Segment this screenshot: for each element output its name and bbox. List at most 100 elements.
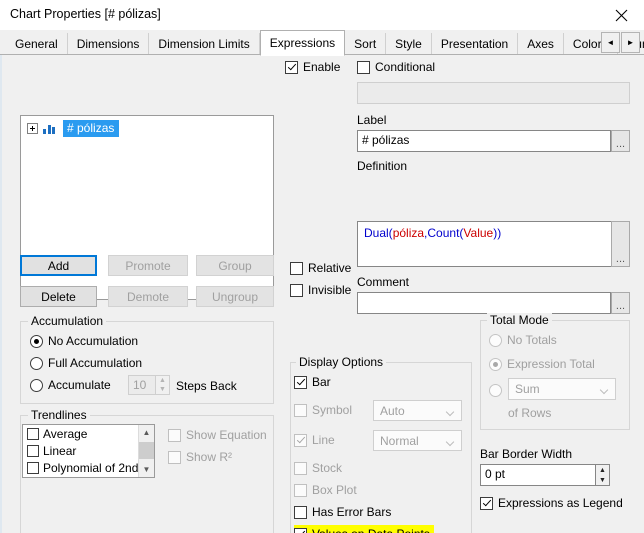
- line-type-value: Normal: [380, 433, 419, 448]
- tab-style[interactable]: Style: [386, 33, 432, 56]
- symbol-checkbox[interactable]: Symbol: [294, 403, 352, 417]
- enable-checkbox[interactable]: Enable: [285, 60, 340, 74]
- radio-indicator: [30, 379, 43, 392]
- box-plot-checkbox[interactable]: Box Plot: [294, 483, 357, 497]
- add-button[interactable]: Add: [20, 255, 97, 276]
- definition-input[interactable]: Dual(póliza,Count(Value)): [357, 221, 630, 267]
- list-item-label: Polynomial of 3rd d: [43, 478, 146, 479]
- bar-border-width-input[interactable]: 0 pt: [480, 464, 610, 486]
- symbol-type-value: Auto: [380, 403, 405, 418]
- trendlines-scrollbar[interactable]: ▲ ▼: [138, 425, 154, 477]
- invisible-checkbox[interactable]: Invisible: [290, 283, 351, 297]
- radio-indicator: [489, 358, 502, 371]
- checkbox-indicator[interactable]: [27, 461, 39, 474]
- tab-scroll-left-icon[interactable]: ◄: [601, 32, 620, 53]
- scrollbar-thumb[interactable]: [139, 442, 154, 459]
- line-checkbox[interactable]: Line: [294, 433, 335, 447]
- of-rows-label: of Rows: [508, 406, 552, 420]
- bar-border-width-spinner[interactable]: ▲ ▼: [595, 464, 610, 486]
- label-input[interactable]: # pólizas: [357, 130, 611, 152]
- aggregation-value: Sum: [515, 382, 540, 396]
- label-ellipsis-button[interactable]: ...: [611, 130, 630, 152]
- relative-checkbox[interactable]: Relative: [290, 261, 351, 275]
- list-item-label: Average: [43, 426, 88, 441]
- list-item[interactable]: Linear: [23, 442, 154, 459]
- checkbox-indicator: [357, 61, 370, 74]
- tab-general[interactable]: General: [6, 33, 68, 56]
- radio-accumulate[interactable]: Accumulate: [30, 378, 111, 392]
- radio-label: Expression Total: [507, 357, 595, 371]
- show-equation-checkbox[interactable]: Show Equation: [168, 428, 267, 442]
- values-on-data-points-checkbox[interactable]: Values on Data Points: [294, 525, 434, 533]
- group-button[interactable]: Group: [196, 255, 274, 276]
- definition-token-close-parens: )): [493, 226, 502, 240]
- demote-button[interactable]: Demote: [108, 286, 188, 307]
- radio-aggregation[interactable]: [489, 383, 502, 397]
- tab-presentation[interactable]: Presentation: [431, 33, 519, 56]
- show-r2-checkbox[interactable]: Show R²: [168, 450, 232, 464]
- spinner-up-icon[interactable]: ▲: [156, 376, 169, 385]
- checkbox-label: Symbol: [312, 403, 353, 417]
- promote-button[interactable]: Promote: [108, 255, 188, 276]
- tab-dimensions[interactable]: Dimensions: [67, 33, 150, 56]
- checkbox-indicator[interactable]: [27, 427, 39, 440]
- expand-plus-icon[interactable]: [27, 122, 38, 134]
- radio-no-totals[interactable]: No Totals: [489, 333, 557, 347]
- chevron-down-icon: [447, 439, 454, 443]
- checkbox-indicator[interactable]: [27, 444, 39, 457]
- radio-label: Full Accumulation: [48, 356, 143, 370]
- radio-no-accumulation[interactable]: No Accumulation: [30, 334, 138, 348]
- spinner-down-icon[interactable]: ▼: [596, 475, 609, 485]
- tab-expressions[interactable]: Expressions: [259, 30, 346, 56]
- list-item-label: Polynomial of 2nd d: [43, 460, 149, 475]
- checkbox-label: Bar: [312, 375, 331, 389]
- comment-ellipsis-button[interactable]: ...: [611, 292, 630, 314]
- close-icon[interactable]: [599, 0, 644, 30]
- definition-ellipsis-button[interactable]: ...: [611, 221, 630, 267]
- scroll-up-icon[interactable]: ▲: [139, 425, 154, 440]
- ungroup-button[interactable]: Ungroup: [196, 286, 274, 307]
- spinner-up-icon[interactable]: ▲: [596, 465, 609, 475]
- stock-checkbox[interactable]: Stock: [294, 461, 342, 475]
- radio-indicator: [30, 357, 43, 370]
- radio-expression-total[interactable]: Expression Total: [489, 357, 595, 371]
- line-type-select[interactable]: Normal: [373, 430, 462, 451]
- spinner-down-icon[interactable]: ▼: [156, 385, 169, 394]
- checkbox-indicator: [285, 61, 298, 74]
- checkbox-indicator: [480, 497, 493, 510]
- tree-item-polizas[interactable]: # pólizas: [27, 119, 120, 137]
- tab-sort[interactable]: Sort: [345, 33, 387, 56]
- steps-back-spinner[interactable]: ▲ ▼: [155, 375, 170, 395]
- bar-checkbox[interactable]: Bar: [294, 375, 331, 389]
- aggregation-select[interactable]: Sum: [508, 378, 616, 400]
- radio-label: No Accumulation: [48, 334, 139, 348]
- trendlines-group-title: Trendlines: [28, 408, 90, 422]
- window-title: Chart Properties [# pólizas]: [10, 7, 161, 21]
- conditional-checkbox[interactable]: Conditional: [357, 60, 435, 74]
- title-bar: Chart Properties [# pólizas]: [0, 0, 644, 31]
- radio-indicator: [489, 384, 502, 397]
- label-caption: Label: [357, 113, 387, 127]
- trendlines-list[interactable]: Average Linear Polynomial of 2nd d Polyn…: [22, 424, 155, 478]
- comment-input[interactable]: [357, 292, 611, 314]
- checkbox-label: Expressions as Legend: [498, 496, 623, 510]
- checkbox-indicator: [294, 506, 307, 519]
- delete-button[interactable]: Delete: [20, 286, 97, 307]
- tab-axes[interactable]: Axes: [518, 33, 564, 56]
- expressions-as-legend-checkbox[interactable]: Expressions as Legend: [480, 496, 623, 510]
- checkbox-label: Stock: [312, 461, 343, 475]
- total-mode-group-title: Total Mode: [487, 313, 552, 327]
- tab-scroll-right-icon[interactable]: ►: [621, 32, 640, 53]
- scroll-down-icon[interactable]: ▼: [139, 462, 154, 477]
- list-item[interactable]: Polynomial of 3rd d: [23, 476, 154, 479]
- list-item[interactable]: Polynomial of 2nd d: [23, 459, 154, 476]
- accumulation-group-title: Accumulation: [28, 314, 107, 328]
- tab-dimension-limits[interactable]: Dimension Limits: [149, 33, 260, 56]
- list-item[interactable]: Average: [23, 425, 154, 442]
- radio-full-accumulation[interactable]: Full Accumulation: [30, 356, 142, 370]
- symbol-type-select[interactable]: Auto: [373, 400, 462, 421]
- checkbox-label: Conditional: [375, 60, 436, 74]
- checkbox-indicator: [294, 376, 307, 389]
- has-error-bars-checkbox[interactable]: Has Error Bars: [294, 505, 391, 519]
- conditional-input[interactable]: [357, 82, 630, 104]
